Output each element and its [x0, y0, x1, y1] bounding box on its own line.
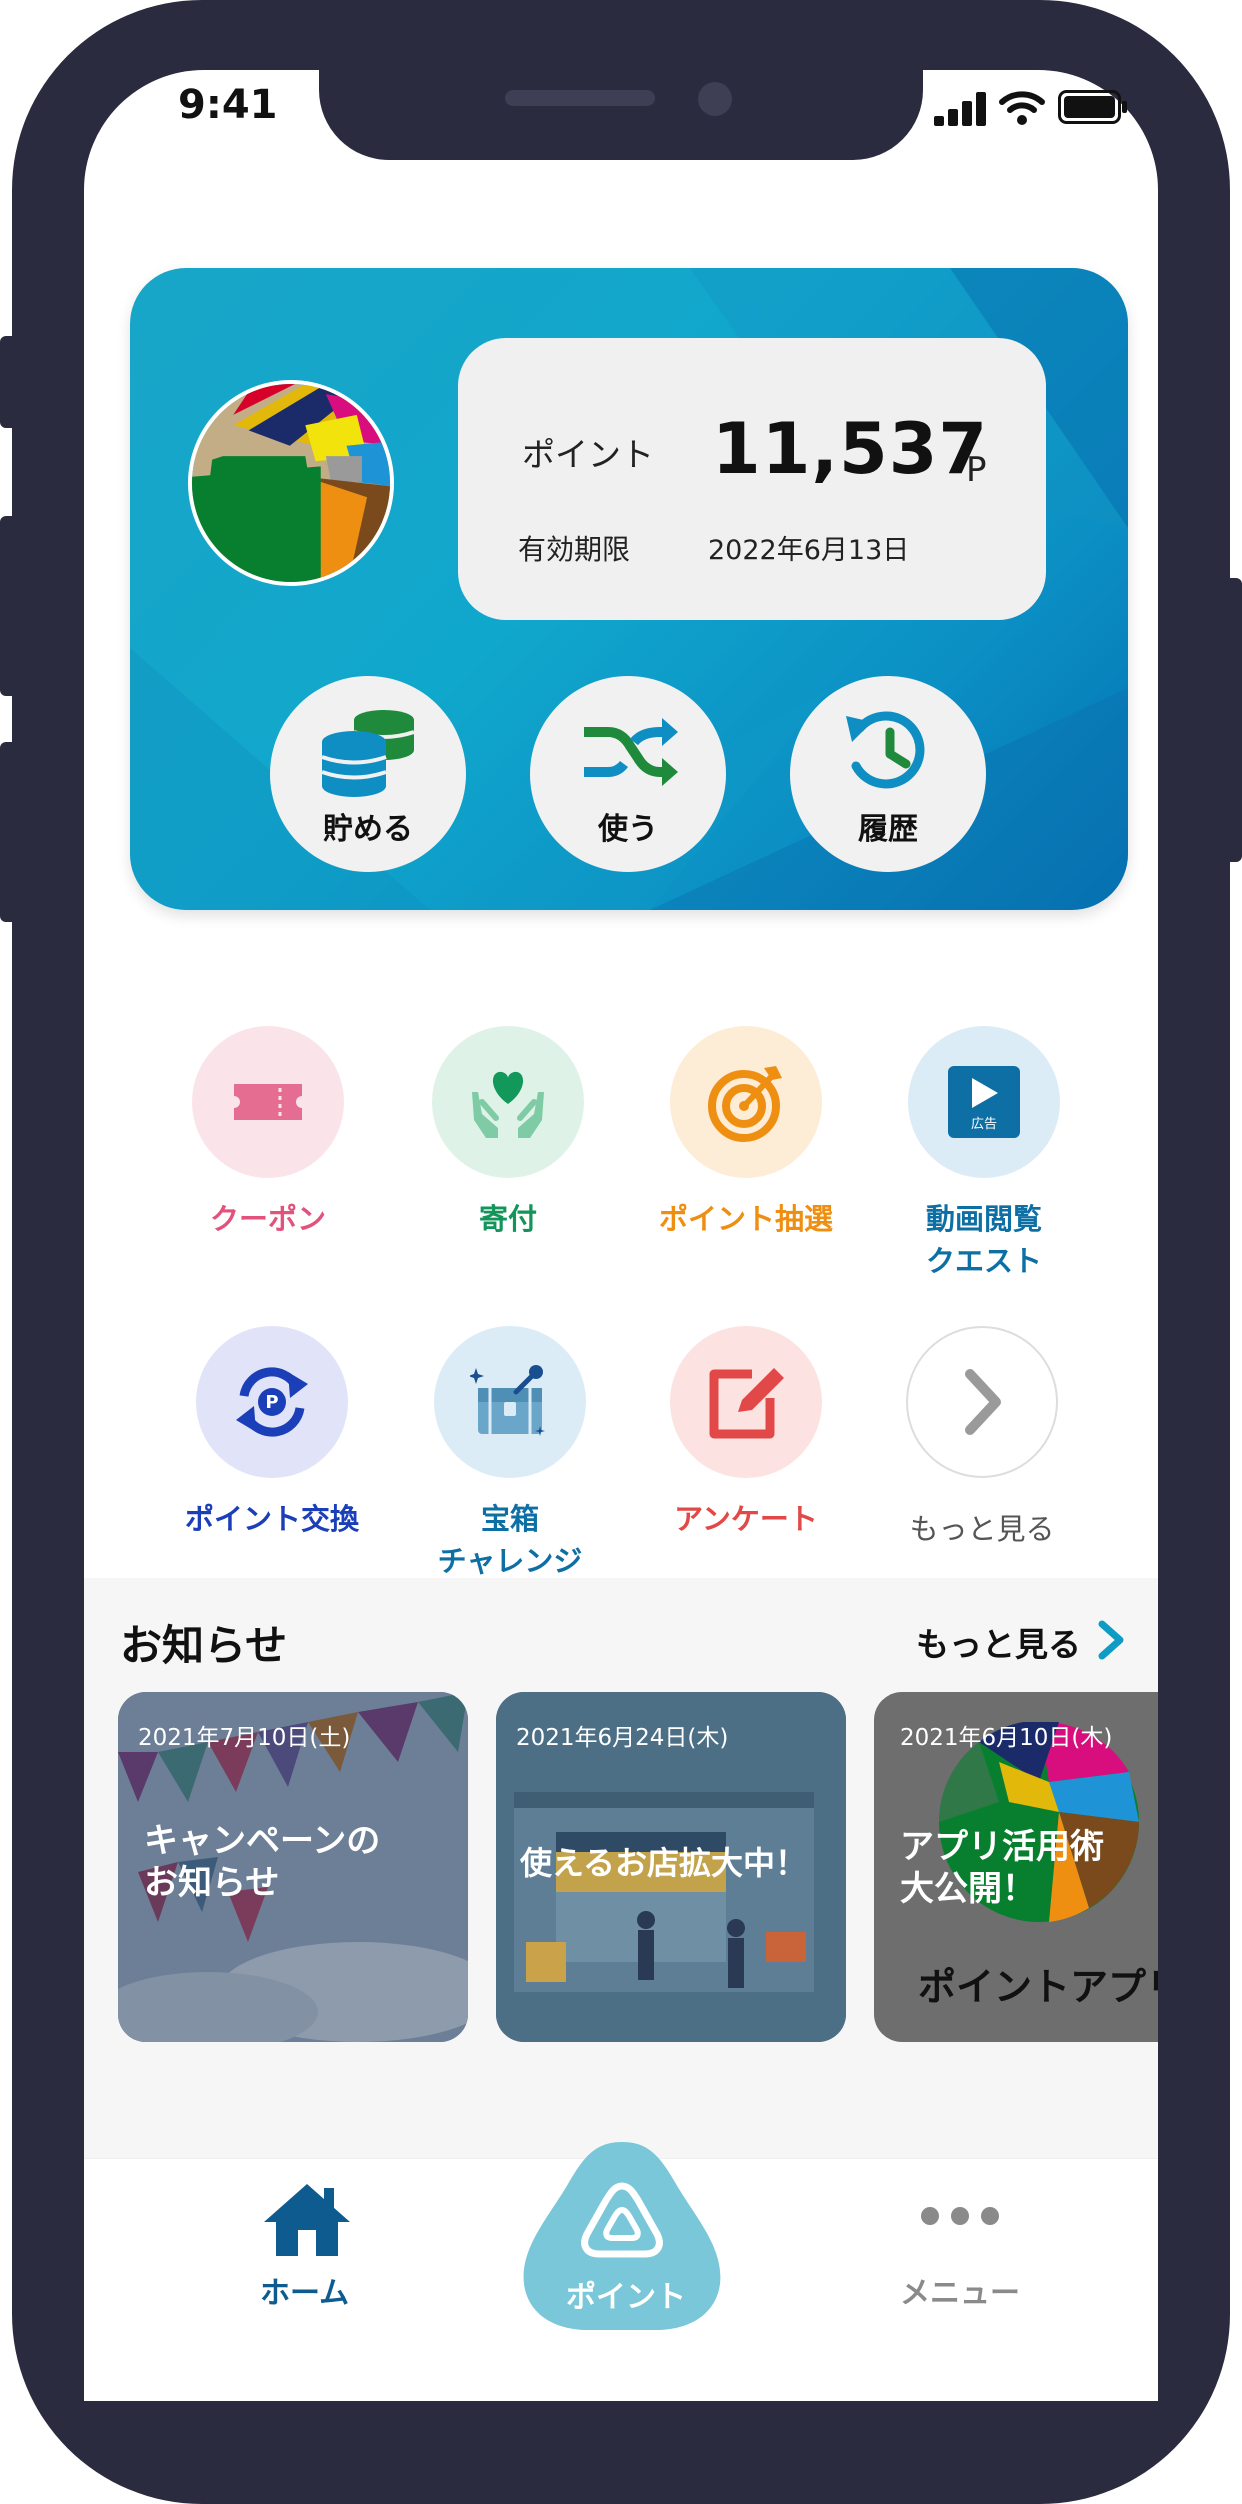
menu-survey[interactable]: アンケート: [636, 1326, 856, 1540]
heart-hands-icon: [472, 1071, 544, 1138]
survey-label: アンケート: [674, 1502, 818, 1536]
use-points-button[interactable]: 使う: [530, 676, 726, 872]
news-card-app-tips[interactable]: 2021年6月10日(木) アプリ活用術 大公開！ ポイントアプリ: [874, 1692, 1158, 2042]
exchange-label: ポイント交換: [184, 1502, 359, 1536]
tab-menu[interactable]: [900, 2196, 1020, 2236]
video-ad-icon: 広告: [948, 1066, 1020, 1138]
menu-point-lottery[interactable]: ポイント抽選: [636, 1026, 856, 1240]
donation-label: 寄付: [478, 1202, 537, 1236]
ticket-icon: [234, 1084, 302, 1120]
coins-icon: [321, 710, 415, 797]
tab-menu-label[interactable]: メニュー: [900, 2268, 1020, 2312]
expiry-date: 2022年6月13日: [708, 535, 910, 566]
menu-video-quest[interactable]: 広告 動画閲覧 クエスト: [874, 1026, 1094, 1282]
home-icon: [264, 2184, 350, 2256]
speaker: [505, 90, 655, 106]
treasure-label: 宝箱 チャレンジ: [437, 1502, 583, 1578]
wifi-icon: [999, 91, 1045, 125]
battery-icon: [1058, 90, 1127, 124]
exchange-icon-circle: P: [196, 1326, 348, 1478]
news-headline: アプリ活用術 大公開！: [900, 1827, 1104, 1909]
coupon-icon-circle: [192, 1026, 344, 1178]
shuffle-icon: [584, 718, 678, 786]
use-points-label: 使う: [598, 812, 658, 847]
news-headline: キャンペーンの お知らせ: [144, 1821, 381, 1903]
history-button[interactable]: 履歴: [790, 676, 986, 872]
point-label: ポイント: [522, 435, 654, 474]
history-icon: [846, 711, 925, 789]
power-button: [1228, 578, 1242, 862]
silent-switch: [0, 336, 14, 428]
ad-badge: 広告: [971, 1117, 997, 1132]
point-unit: P: [966, 450, 987, 490]
point-app-icon: [581, 2182, 663, 2258]
menu-point-exchange[interactable]: P ポイント交換: [162, 1326, 382, 1540]
news-card-stores[interactable]: 2021年6月24日(木) 使えるお店拡大中！: [496, 1692, 846, 2042]
expiry-label: 有効期限: [518, 533, 631, 566]
news-subtitle: ポイントアプリ: [918, 1965, 1158, 2009]
video-quest-icon-circle: 広告: [908, 1026, 1060, 1178]
point-info-box: ポイント 11,537 P 有効期限 2022年6月13日: [458, 338, 1046, 620]
survey-icon-circle: [670, 1326, 822, 1478]
history-label: 履歴: [858, 812, 918, 847]
see-more-icon-circle: [906, 1326, 1058, 1478]
tab-point-label: ポイント: [566, 2280, 686, 2315]
see-more-label: もっと見る: [909, 1512, 1055, 1546]
exchange-icon: P: [236, 1367, 308, 1437]
menu-treasure-challenge[interactable]: 宝箱 チャレンジ: [400, 1326, 620, 1582]
news-headline: 使えるお店拡大中！: [520, 1844, 808, 1882]
menu-donation[interactable]: 寄付: [398, 1026, 618, 1240]
coupon-label: クーポン: [209, 1202, 326, 1236]
point-card[interactable]: ポイント 11,537 P 有効期限 2022年6月13日 貯める 使う 履歴: [130, 268, 1128, 910]
point-balance: 11,537: [712, 408, 989, 490]
chevron-right-icon: [965, 1369, 1001, 1435]
app-logo: [188, 380, 394, 586]
volume-up-button: [0, 516, 14, 696]
menu-see-more[interactable]: もっと見る: [872, 1326, 1092, 1550]
news-date: 2021年6月10日(木): [900, 1725, 1113, 1751]
lottery-icon-circle: [670, 1026, 822, 1178]
chevron-right-icon[interactable]: [1096, 1620, 1126, 1660]
more-dots-icon: [921, 2207, 999, 2225]
video-quest-label: 動画閲覧 クエスト: [925, 1202, 1042, 1278]
tab-home-label[interactable]: ホーム: [260, 2268, 349, 2312]
volume-down-button: [0, 742, 14, 922]
save-points-button[interactable]: 貯める: [270, 676, 466, 872]
target-icon: [708, 1066, 782, 1142]
news-title: お知らせ: [120, 1621, 288, 1670]
treasure-icon-circle: [434, 1326, 586, 1478]
cellular-signal-icon: [934, 92, 986, 126]
donation-icon-circle: [432, 1026, 584, 1178]
news-card-campaign[interactable]: 2021年7月10日(土) キャンペーンの お知らせ: [118, 1692, 468, 2042]
news-see-more-link[interactable]: もっと見る: [916, 1618, 1081, 1666]
save-points-label: 貯める: [323, 812, 413, 847]
lottery-label: ポイント抽選: [658, 1202, 833, 1236]
notch: [319, 70, 923, 160]
survey-icon: [709, 1368, 784, 1439]
front-camera: [698, 82, 732, 116]
news-date: 2021年7月10日(土): [138, 1725, 351, 1751]
treasure-chest-icon: [470, 1365, 545, 1436]
tab-point[interactable]: ポイント: [520, 2136, 724, 2332]
news-date: 2021年6月24日(木): [516, 1725, 729, 1751]
status-time: 9:41: [178, 82, 278, 128]
svg-text:P: P: [265, 1392, 278, 1413]
menu-coupon[interactable]: クーポン: [158, 1026, 378, 1240]
